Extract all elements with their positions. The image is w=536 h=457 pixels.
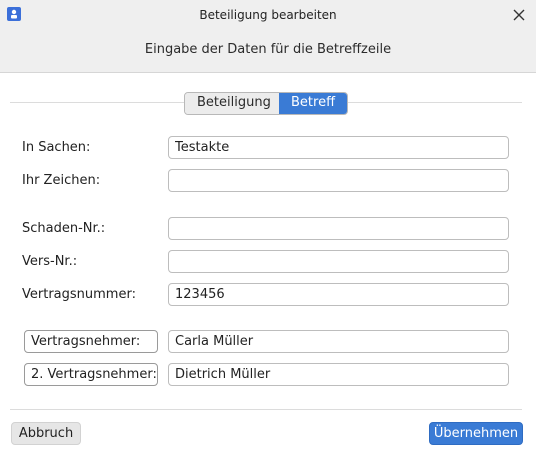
tab-betreff[interactable]: Betreff xyxy=(279,93,347,114)
tab-beteiligung[interactable]: Beteiligung xyxy=(185,93,279,114)
vertragsnummer-input[interactable] xyxy=(168,283,509,306)
ihr-zeichen-label: Ihr Zeichen: xyxy=(22,173,101,188)
title-bar: Beteiligung bearbeiten xyxy=(0,0,536,30)
schaden-nr-input[interactable] xyxy=(168,217,509,240)
vers-nr-label: Vers-Nr.: xyxy=(22,254,78,269)
cancel-button[interactable]: Abbruch xyxy=(11,422,81,445)
vertragsnehmer2-button[interactable]: 2. Vertragsnehmer: xyxy=(24,363,158,386)
window-title: Beteiligung bearbeiten xyxy=(199,8,337,22)
in-sachen-input[interactable] xyxy=(168,136,509,159)
dialog-subtitle: Eingabe der Daten für die Betreffzeile xyxy=(144,42,392,57)
in-sachen-label: In Sachen: xyxy=(22,140,91,155)
vertragsnummer-label: Vertragsnummer: xyxy=(22,287,136,302)
ihr-zeichen-input[interactable] xyxy=(168,169,509,192)
vertragsnehmer-input[interactable] xyxy=(168,330,509,353)
close-icon[interactable] xyxy=(508,4,530,26)
vertragsnehmer-button[interactable]: Vertragsnehmer: xyxy=(24,330,158,353)
footer-divider xyxy=(10,409,522,410)
vertragsnehmer2-input[interactable] xyxy=(168,363,509,386)
dialog-header: Eingabe der Daten für die Betreffzeile xyxy=(0,30,536,73)
apply-button[interactable]: Übernehmen xyxy=(429,422,523,445)
vers-nr-input[interactable] xyxy=(168,250,509,273)
tab-bar: Beteiligung Betreff xyxy=(184,92,348,115)
schaden-nr-label: Schaden-Nr.: xyxy=(22,221,106,236)
